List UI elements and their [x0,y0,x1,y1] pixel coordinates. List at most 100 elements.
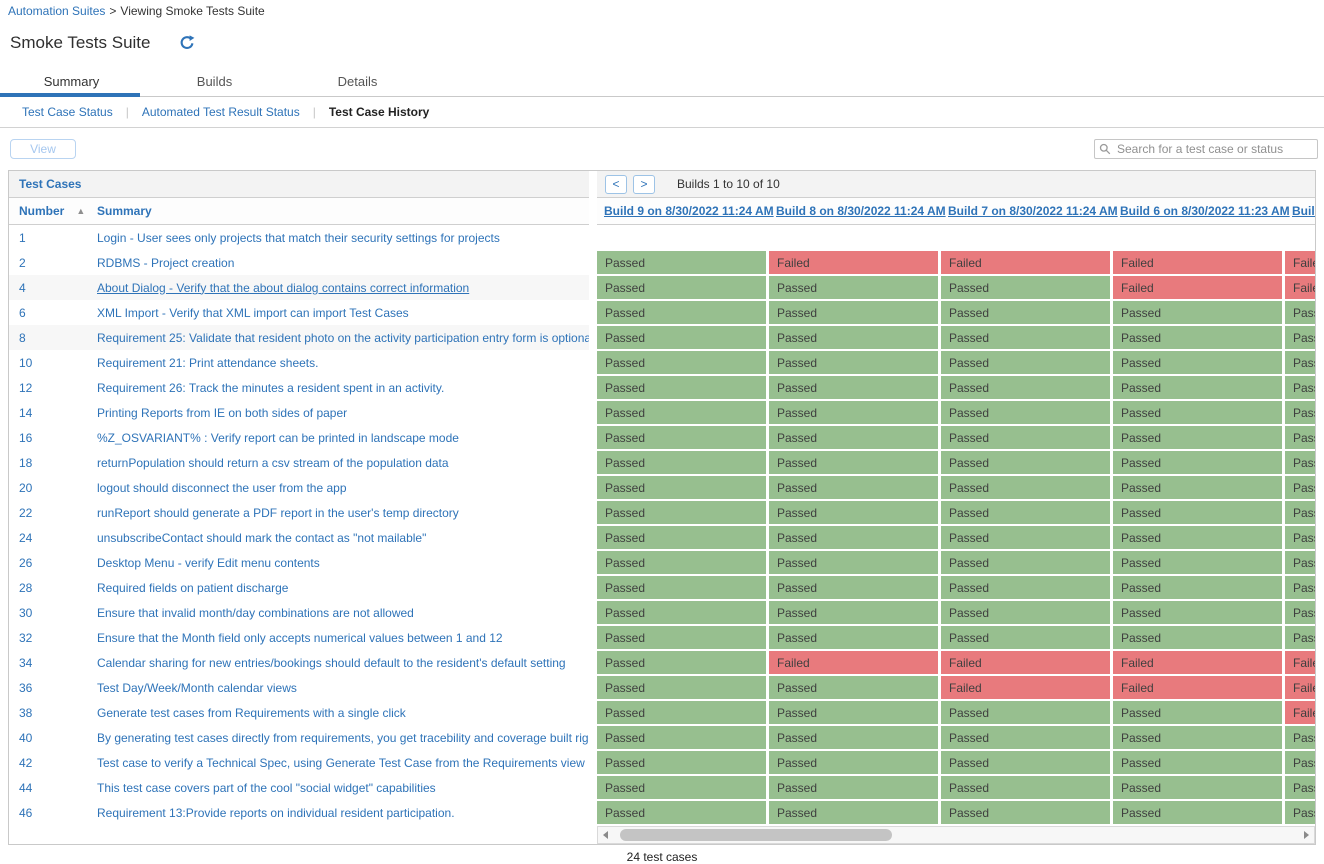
test-case-summary-link[interactable]: About Dialog - Verify that the about dia… [97,281,589,295]
test-case-summary-link[interactable]: logout should disconnect the user from t… [97,481,589,495]
build-column-link[interactable]: Build 9 on 8/30/2022 11:24 AM [604,204,774,218]
test-case-summary-link[interactable]: Generate test cases from Requirements wi… [97,706,589,720]
table-row[interactable]: 8Requirement 25: Validate that resident … [9,325,589,350]
test-case-summary-link[interactable]: Login - User sees only projects that mat… [97,231,589,245]
status-row: PassedPassedPassedPassedPassed [597,800,1315,825]
scrollbar-thumb[interactable] [620,829,892,841]
test-case-number-link[interactable]: 10 [9,356,97,370]
refresh-button[interactable] [178,34,196,52]
subtab-test-case-history[interactable]: Test Case History [329,105,429,119]
horizontal-scrollbar[interactable] [597,826,1315,844]
table-row[interactable]: 22runReport should generate a PDF report… [9,500,589,525]
test-case-number-link[interactable]: 32 [9,631,97,645]
previous-builds-button[interactable]: < [605,175,627,194]
test-case-number-link[interactable]: 44 [9,781,97,795]
test-case-number-link[interactable]: 36 [9,681,97,695]
number-column-header[interactable]: Number ▲ [9,204,97,218]
test-case-number-link[interactable]: 4 [9,281,97,295]
table-row[interactable]: 38Generate test cases from Requirements … [9,700,589,725]
table-row[interactable]: 26Desktop Menu - verify Edit menu conten… [9,550,589,575]
table-row[interactable]: 4About Dialog - Verify that the about di… [9,275,589,300]
test-case-number-link[interactable]: 24 [9,531,97,545]
test-case-number-link[interactable]: 28 [9,581,97,595]
test-case-number-link[interactable]: 6 [9,306,97,320]
table-row[interactable]: 18returnPopulation should return a csv s… [9,450,589,475]
build-column-link[interactable]: Build 8 on 8/30/2022 11:24 AM [776,204,946,218]
table-row[interactable]: 30Ensure that invalid month/day combinat… [9,600,589,625]
summary-column-header[interactable]: Summary [97,204,589,218]
next-builds-button[interactable]: > [633,175,655,194]
test-case-summary-link[interactable]: By generating test cases directly from r… [97,731,589,745]
test-case-summary-link[interactable]: Requirement 26: Track the minutes a resi… [97,381,589,395]
test-case-number-link[interactable]: 26 [9,556,97,570]
test-case-number-link[interactable]: 40 [9,731,97,745]
test-case-summary-link[interactable]: This test case covers part of the cool "… [97,781,589,795]
test-case-number-link[interactable]: 20 [9,481,97,495]
test-case-number-link[interactable]: 2 [9,256,97,270]
build-column-link[interactable]: Build 5 on 8/30/2022 11:23 AM [1292,204,1315,218]
build-column-link[interactable]: Build 7 on 8/30/2022 11:24 AM [948,204,1118,218]
test-case-number-link[interactable]: 14 [9,406,97,420]
test-case-summary-link[interactable]: Desktop Menu - verify Edit menu contents [97,556,589,570]
table-row[interactable]: 46Requirement 13:Provide reports on indi… [9,800,589,825]
table-row[interactable]: 28Required fields on patient discharge [9,575,589,600]
test-case-number-link[interactable]: 16 [9,431,97,445]
table-row[interactable]: 36Test Day/Week/Month calendar views [9,675,589,700]
test-case-summary-link[interactable]: returnPopulation should return a csv str… [97,456,589,470]
table-row[interactable]: 42Test case to verify a Technical Spec, … [9,750,589,775]
test-case-number-link[interactable]: 38 [9,706,97,720]
table-row[interactable]: 16%Z_OSVARIANT% : Verify report can be p… [9,425,589,450]
table-row[interactable]: 32Ensure that the Month field only accep… [9,625,589,650]
table-row[interactable]: 14Printing Reports from IE on both sides… [9,400,589,425]
test-case-summary-link[interactable]: Calendar sharing for new entries/booking… [97,656,589,670]
test-case-summary-link[interactable]: %Z_OSVARIANT% : Verify report can be pri… [97,431,589,445]
scroll-left-arrow-icon[interactable] [603,831,608,839]
test-case-summary-link[interactable]: unsubscribeContact should mark the conta… [97,531,589,545]
table-row[interactable]: 24unsubscribeContact should mark the con… [9,525,589,550]
test-case-number-link[interactable]: 30 [9,606,97,620]
table-row[interactable]: 6XML Import - Verify that XML import can… [9,300,589,325]
test-case-summary-link[interactable]: Required fields on patient discharge [97,581,589,595]
search-input[interactable] [1115,141,1313,157]
subtab-test-case-status[interactable]: Test Case Status [22,105,113,119]
table-row[interactable]: 2RDBMS - Project creation [9,250,589,275]
test-case-summary-link[interactable]: Requirement 25: Validate that resident p… [97,331,589,345]
scroll-right-arrow-icon[interactable] [1304,831,1309,839]
test-case-summary-link[interactable]: Test Day/Week/Month calendar views [97,681,589,695]
table-row[interactable]: 34Calendar sharing for new entries/booki… [9,650,589,675]
test-case-summary-link[interactable]: Requirement 21: Print attendance sheets. [97,356,589,370]
test-case-number-link[interactable]: 46 [9,806,97,820]
test-case-number-link[interactable]: 22 [9,506,97,520]
table-row[interactable]: 40By generating test cases directly from… [9,725,589,750]
test-case-number-link[interactable]: 42 [9,756,97,770]
breadcrumb-link-automation-suites[interactable]: Automation Suites [8,4,105,18]
subtab-automated-test-result-status[interactable]: Automated Test Result Status [142,105,300,119]
tab-details[interactable]: Details [286,70,429,96]
test-case-summary-link[interactable]: Ensure that the Month field only accepts… [97,631,589,645]
status-row: PassedPassedPassedPassedPassed [597,325,1315,350]
test-case-summary-link[interactable]: Test case to verify a Technical Spec, us… [97,756,589,770]
test-case-summary-link[interactable]: Printing Reports from IE on both sides o… [97,406,589,420]
status-cell: Passed [941,526,1110,549]
tab-builds[interactable]: Builds [143,70,286,96]
tab-summary[interactable]: Summary [0,70,143,96]
table-row[interactable]: 44This test case covers part of the cool… [9,775,589,800]
test-case-number-link[interactable]: 18 [9,456,97,470]
test-case-summary-link[interactable]: Ensure that invalid month/day combinatio… [97,606,589,620]
build-column-link[interactable]: Build 6 on 8/30/2022 11:23 AM [1120,204,1290,218]
test-case-number-link[interactable]: 34 [9,656,97,670]
test-case-summary-link[interactable]: Requirement 13:Provide reports on indivi… [97,806,589,820]
test-case-summary-link[interactable]: XML Import - Verify that XML import can … [97,306,589,320]
test-case-number-link[interactable]: 12 [9,381,97,395]
test-case-number-link[interactable]: 8 [9,331,97,345]
table-row[interactable]: 10Requirement 21: Print attendance sheet… [9,350,589,375]
table-row[interactable]: 20logout should disconnect the user from… [9,475,589,500]
test-case-number-link[interactable]: 1 [9,231,97,245]
status-cell: Failed [1285,276,1315,299]
test-case-summary-link[interactable]: runReport should generate a PDF report i… [97,506,589,520]
table-row[interactable]: 12Requirement 26: Track the minutes a re… [9,375,589,400]
test-case-summary-link[interactable]: RDBMS - Project creation [97,256,589,270]
table-row[interactable]: 1Login - User sees only projects that ma… [9,225,589,250]
view-button[interactable]: View [10,139,76,159]
status-cell: Passed [1285,576,1315,599]
